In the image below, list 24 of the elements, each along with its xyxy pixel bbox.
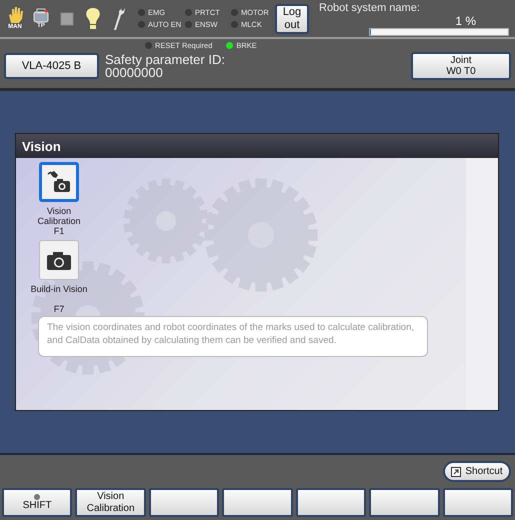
wrench-icon[interactable] bbox=[111, 6, 127, 30]
robot-button[interactable]: VLA-4025 B bbox=[4, 53, 99, 79]
function-key[interactable] bbox=[296, 488, 366, 517]
description-text: The vision coordinates and robot coordinates of the marks used to calculate calibration, and CalData obtained by calculating them can be verified and saved. bbox=[38, 316, 428, 357]
robot-system-label: Robot system name: bbox=[319, 2, 421, 14]
shortcut-icon bbox=[451, 466, 462, 476]
function-key[interactable] bbox=[442, 488, 513, 517]
function-key[interactable]: SHIFT bbox=[2, 488, 72, 517]
progress-reading: 1 % bbox=[455, 14, 476, 28]
menu-item[interactable]: Vision Calibration F1 bbox=[34, 162, 84, 236]
shortcut-button[interactable]: Shortcut bbox=[443, 461, 511, 482]
function-key[interactable]: Vision Calibration bbox=[75, 488, 146, 517]
safety-parameter: Safety parameter ID: 00000000 bbox=[105, 53, 226, 79]
light-bulb-icon[interactable] bbox=[84, 6, 102, 30]
panel-title: Vision bbox=[16, 134, 498, 158]
function-key[interactable] bbox=[148, 488, 220, 517]
function-key[interactable] bbox=[222, 488, 293, 517]
pendant-icon[interactable] bbox=[32, 7, 50, 23]
robot-camera-icon bbox=[45, 169, 73, 195]
square-icon[interactable] bbox=[59, 10, 75, 26]
logout-button[interactable]: Log out bbox=[275, 4, 309, 34]
coordinate-button[interactable]: Joint W0 T0 bbox=[411, 52, 511, 80]
hand-icon[interactable] bbox=[6, 6, 24, 24]
function-key[interactable] bbox=[369, 488, 440, 517]
